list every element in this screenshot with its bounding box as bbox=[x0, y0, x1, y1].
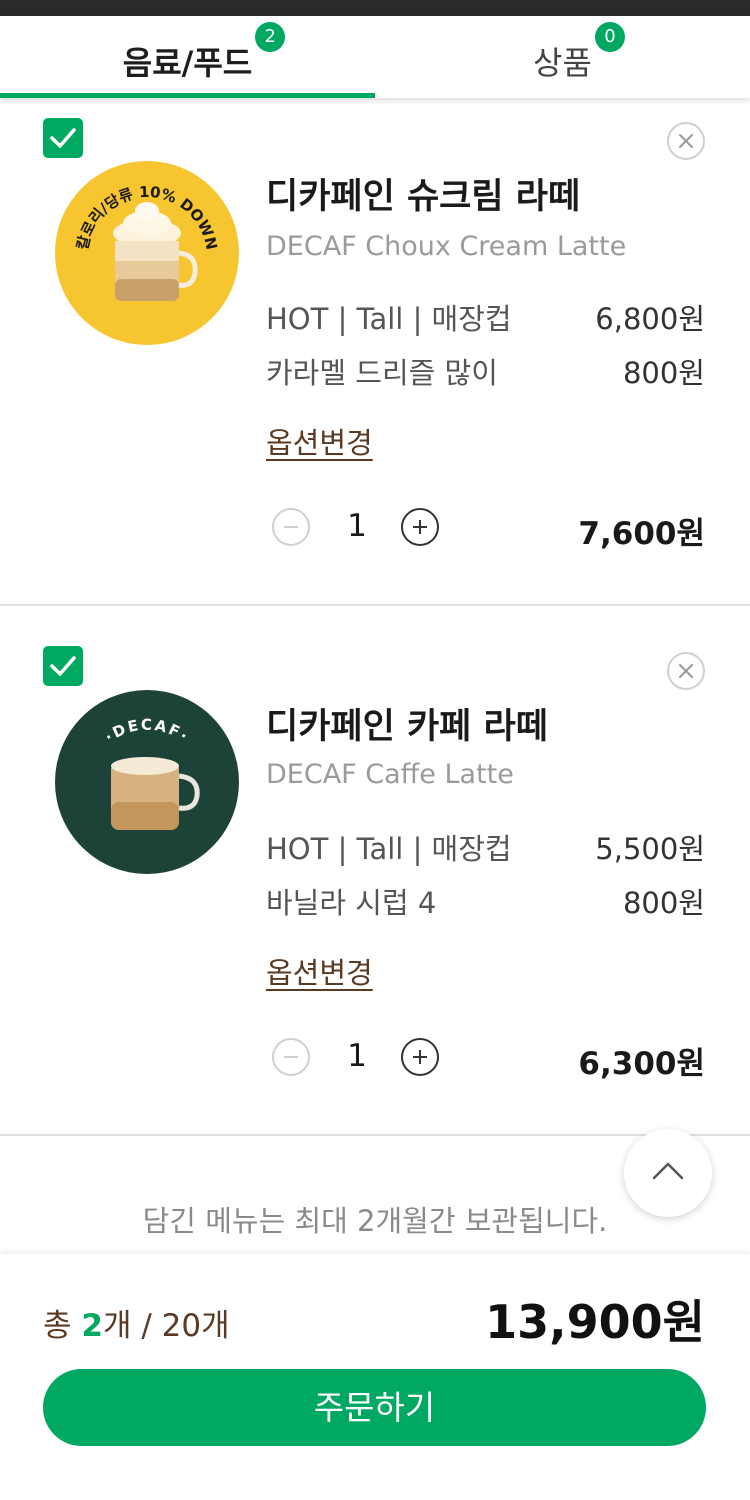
item-total-price: 7,600원 bbox=[578, 516, 705, 552]
option-price: 800원 bbox=[622, 356, 705, 390]
item-name-en: DECAF Caffe Latte bbox=[266, 759, 514, 790]
option-row: 바닐라 시럽 4 800원 bbox=[266, 880, 705, 920]
option-label: HOT | Tall | 매장컵 bbox=[266, 832, 512, 866]
active-tab-underline bbox=[0, 93, 375, 98]
quantity-increase-button[interactable] bbox=[401, 1038, 439, 1076]
order-button[interactable]: 주문하기 bbox=[43, 1369, 706, 1446]
cart-item: 칼로리/당류 10% DOWN 디카페인 슈크림 라떼 DECAF Choux … bbox=[0, 98, 750, 606]
item-checkbox[interactable] bbox=[43, 118, 83, 158]
option-row: 카라멜 드리즐 많이 800원 bbox=[266, 350, 705, 390]
item-count-summary: 총 2개 / 20개 bbox=[43, 1308, 230, 1344]
quantity-decrease-button[interactable] bbox=[272, 508, 310, 546]
option-label: HOT | Tall | 매장컵 bbox=[266, 302, 512, 336]
decaf-label-text: ·DECAF· bbox=[101, 716, 192, 746]
item-checkbox[interactable] bbox=[43, 646, 83, 686]
status-bar bbox=[0, 0, 750, 16]
close-icon bbox=[679, 134, 693, 148]
tab-goods-label: 상품 bbox=[533, 44, 592, 82]
option-price: 6,800원 bbox=[595, 302, 705, 336]
selected-count: 2 bbox=[81, 1308, 103, 1344]
quantity-value: 1 bbox=[347, 1038, 367, 1074]
product-image-caffe-latte: ·DECAF· bbox=[55, 690, 239, 874]
tab-drinks-food-badge: 2 bbox=[255, 22, 286, 52]
check-icon bbox=[50, 656, 76, 676]
item-name-ko: 디카페인 슈크림 라떼 bbox=[266, 177, 581, 217]
cart-tabs: 음료/푸드 2 상품 0 bbox=[0, 16, 750, 98]
change-options-link[interactable]: 옵션변경 bbox=[266, 420, 373, 462]
plus-icon bbox=[413, 1050, 427, 1064]
item-name-ko: 디카페인 카페 라떼 bbox=[266, 707, 548, 747]
option-price: 800원 bbox=[622, 886, 705, 920]
option-price: 5,500원 bbox=[595, 832, 705, 866]
tab-goods[interactable]: 상품 0 bbox=[375, 16, 750, 98]
close-icon bbox=[679, 664, 693, 678]
cart-item: ·DECAF· 디카페인 카페 라떼 DECAF Caffe Latte HOT… bbox=[0, 606, 750, 1136]
chevron-up-icon bbox=[652, 1162, 684, 1180]
quantity-increase-button[interactable] bbox=[401, 508, 439, 546]
tab-drinks-food[interactable]: 음료/푸드 2 bbox=[0, 16, 375, 98]
item-total-price: 6,300원 bbox=[578, 1046, 705, 1082]
remove-item-button[interactable] bbox=[667, 652, 705, 690]
tab-goods-badge: 0 bbox=[594, 22, 625, 52]
option-row: HOT | Tall | 매장컵 5,500원 bbox=[266, 826, 705, 866]
scroll-to-top-button[interactable] bbox=[624, 1129, 712, 1217]
option-label: 카라멜 드리즐 많이 bbox=[266, 356, 498, 390]
quantity-value: 1 bbox=[347, 508, 367, 544]
check-icon bbox=[50, 128, 76, 148]
quantity-decrease-button[interactable] bbox=[272, 1038, 310, 1076]
order-total-price: 13,900원 bbox=[485, 1295, 705, 1349]
minus-icon bbox=[284, 1056, 298, 1058]
minus-icon bbox=[284, 526, 298, 528]
product-image-choux-cream-latte: 칼로리/당류 10% DOWN bbox=[55, 161, 239, 345]
remove-item-button[interactable] bbox=[667, 122, 705, 160]
tab-drinks-food-label: 음료/푸드 bbox=[122, 44, 253, 82]
order-summary-bar: 총 2개 / 20개 13,900원 주문하기 bbox=[0, 1254, 750, 1500]
option-label: 바닐라 시럽 4 bbox=[266, 886, 437, 920]
option-row: HOT | Tall | 매장컵 6,800원 bbox=[266, 296, 705, 336]
change-options-link[interactable]: 옵션변경 bbox=[266, 950, 373, 992]
plus-icon bbox=[413, 520, 427, 534]
item-name-en: DECAF Choux Cream Latte bbox=[266, 231, 627, 262]
